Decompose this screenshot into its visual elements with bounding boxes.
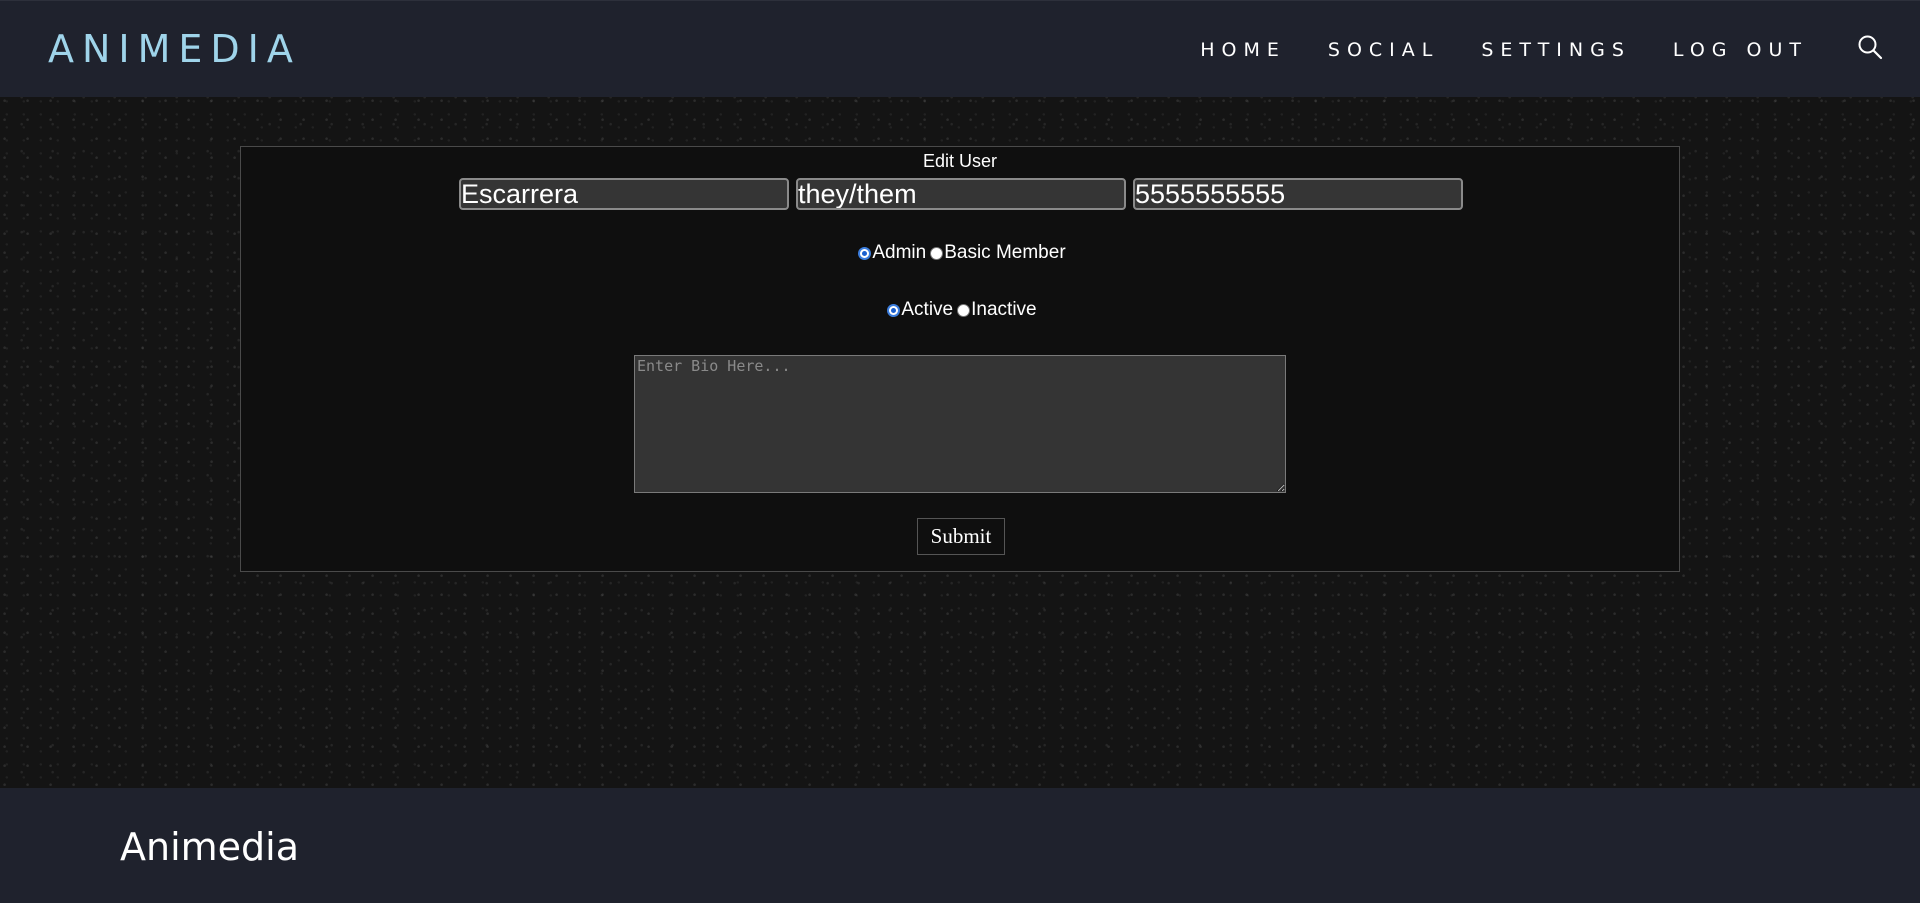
submit-button[interactable]: Submit [917, 518, 1005, 555]
role-basic-member-label: Basic Member [944, 242, 1066, 263]
search-icon[interactable] [1857, 34, 1883, 60]
form-title: Edit User [922, 151, 998, 171]
status-active-radio[interactable] [887, 303, 901, 317]
pronouns-input[interactable] [796, 178, 1126, 210]
status-inactive-radio[interactable] [957, 303, 971, 317]
edit-user-form: Edit User Admin Basic Member Active Inac… [240, 146, 1680, 572]
nav-social[interactable]: SOCIAL [1328, 38, 1439, 62]
site-logo[interactable]: ANIMEDIA [48, 27, 301, 71]
role-admin-radio[interactable] [858, 246, 872, 260]
role-basic-member-radio[interactable] [930, 246, 944, 260]
status-radio-group: Active Inactive [241, 299, 1679, 321]
role-radio-group: Admin Basic Member [241, 242, 1679, 264]
phone-input[interactable] [1133, 178, 1463, 210]
role-admin-label: Admin [872, 242, 927, 263]
username-input[interactable] [459, 178, 789, 210]
status-active-label: Active [901, 299, 954, 320]
status-inactive-label: Inactive [971, 299, 1037, 320]
nav-home[interactable]: HOME [1200, 38, 1286, 62]
nav-log-out[interactable]: LOG OUT [1673, 38, 1808, 62]
bio-textarea[interactable] [634, 355, 1286, 493]
main-nav: HOME SOCIAL SETTINGS LOG OUT [1200, 38, 1808, 62]
top-header: ANIMEDIA HOME SOCIAL SETTINGS LOG OUT [0, 0, 1920, 97]
site-footer: Animedia [0, 788, 1920, 903]
nav-settings[interactable]: SETTINGS [1481, 38, 1631, 62]
footer-logo: Animedia [120, 825, 299, 869]
